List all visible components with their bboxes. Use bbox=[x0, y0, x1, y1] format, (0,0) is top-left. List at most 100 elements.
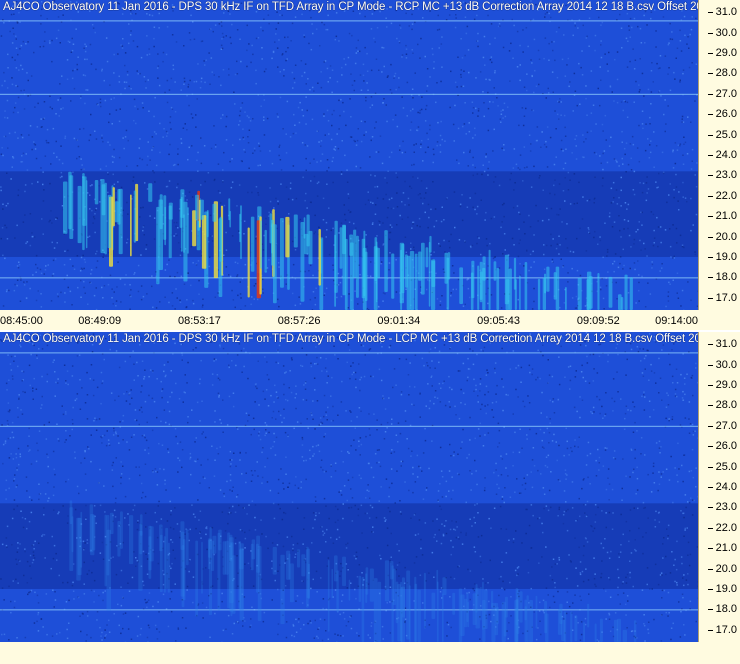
y-tick-label: 25.0 bbox=[707, 128, 737, 141]
burst-streak bbox=[212, 203, 217, 222]
burst-streak bbox=[555, 266, 560, 310]
burst-streak bbox=[195, 194, 200, 220]
burst-streak bbox=[546, 266, 550, 292]
burst-streak bbox=[425, 247, 429, 268]
burst-streak bbox=[599, 618, 603, 642]
y-tick-label: 30.0 bbox=[707, 358, 737, 371]
burst-streak bbox=[82, 176, 87, 226]
y-tick-label: 31.0 bbox=[707, 6, 737, 19]
y-tick-label: 21.0 bbox=[707, 210, 737, 223]
burst-streak bbox=[180, 189, 185, 218]
burst-streak bbox=[377, 581, 382, 642]
burst-streak bbox=[334, 220, 338, 293]
interference-line bbox=[0, 277, 698, 279]
burst-streak bbox=[401, 577, 405, 618]
x-tick-label: 08:57:26 bbox=[277, 315, 321, 327]
burst-streak bbox=[365, 573, 368, 603]
burst-streak bbox=[164, 206, 166, 246]
burst-streak bbox=[339, 227, 343, 269]
burst-streak bbox=[269, 213, 273, 244]
burst-streak bbox=[414, 253, 418, 310]
burst-streak bbox=[334, 555, 338, 582]
y-tick-label: 27.0 bbox=[707, 87, 737, 100]
burst-streak bbox=[304, 233, 309, 255]
burst-streak bbox=[491, 590, 494, 608]
burst-streak bbox=[391, 565, 394, 642]
burst-streak bbox=[400, 249, 403, 310]
burst-streak bbox=[594, 623, 597, 642]
y-tick-label: 18.0 bbox=[707, 271, 737, 284]
x-tick-label: 09:05:43 bbox=[477, 315, 520, 327]
y-tick-label: 19.0 bbox=[707, 250, 737, 263]
y-tick-label: 31.0 bbox=[707, 338, 737, 351]
burst-streak bbox=[239, 213, 241, 243]
burst-streak bbox=[211, 540, 215, 571]
rcp-panel: AJ4CO Observatory 11 Jan 2016 - DPS 30 k… bbox=[0, 0, 740, 330]
burst-streak bbox=[479, 271, 483, 303]
burst-streak bbox=[348, 579, 351, 601]
y-tick-label: 28.0 bbox=[707, 399, 737, 412]
burst-streak bbox=[106, 529, 111, 611]
burst-streak bbox=[482, 267, 486, 310]
interference-line bbox=[0, 20, 698, 22]
burst-streak bbox=[300, 222, 305, 302]
burst-streak bbox=[493, 261, 497, 281]
burst-streak bbox=[494, 602, 499, 636]
burst-streak bbox=[587, 603, 590, 628]
burst-streak bbox=[361, 576, 365, 642]
x-tick-label: 08:49:09 bbox=[78, 315, 122, 327]
burst-streak bbox=[107, 194, 112, 249]
y-tick-label: 18.0 bbox=[707, 603, 737, 616]
y-tick-label: 28.0 bbox=[707, 67, 737, 80]
lcp-title: AJ4CO Observatory 11 Jan 2016 - DPS 30 k… bbox=[3, 333, 740, 345]
burst-streak bbox=[181, 545, 185, 608]
burst-streak bbox=[356, 235, 359, 298]
burst-streak bbox=[94, 180, 99, 205]
burst-streak bbox=[586, 279, 590, 310]
lcp-time-axis bbox=[0, 642, 698, 664]
y-tick-label: 19.0 bbox=[707, 582, 737, 595]
burst-streak bbox=[228, 198, 231, 221]
spectrogram-background bbox=[0, 0, 698, 310]
burst-streak bbox=[477, 265, 480, 310]
lcp-frequency-axis: 17.0 18.0 19.0 20.0 21.0 22.0 23.0 24.0 25.0 26.0… bbox=[698, 332, 740, 642]
burst-streak bbox=[501, 601, 506, 642]
burst-streak bbox=[597, 273, 600, 310]
burst-streak bbox=[167, 542, 170, 593]
x-tick-label: 09:09:52 bbox=[576, 315, 620, 327]
burst-streak bbox=[76, 517, 81, 581]
burst-streak bbox=[442, 593, 444, 642]
burst-streak bbox=[409, 251, 415, 310]
burst-streak bbox=[250, 216, 255, 272]
x-tick-label: 08:53:17 bbox=[178, 315, 221, 327]
burst-streak bbox=[452, 592, 456, 615]
burst-streak bbox=[423, 572, 426, 629]
burst-streak bbox=[574, 615, 578, 642]
burst-streak bbox=[483, 589, 488, 629]
burst-streak bbox=[238, 541, 242, 609]
y-tick-label: 29.0 bbox=[707, 47, 737, 60]
burst-streak bbox=[526, 595, 529, 642]
burst-streak bbox=[318, 229, 321, 286]
burst-streak bbox=[613, 619, 618, 642]
rcp-frequency-axis: 17.0 18.0 19.0 20.0 21.0 22.0 23.0 24.0 25.0 26.0… bbox=[698, 0, 740, 310]
y-tick-label: 30.0 bbox=[707, 26, 737, 39]
y-tick-label: 24.0 bbox=[707, 481, 737, 493]
y-tick-label: 25.0 bbox=[707, 460, 737, 473]
burst-streak bbox=[219, 216, 223, 262]
burst-streak bbox=[250, 543, 254, 571]
burst-streak bbox=[308, 230, 313, 265]
burst-streak bbox=[458, 588, 463, 642]
y-tick-label: 27.0 bbox=[707, 419, 737, 432]
burst-streak bbox=[130, 194, 132, 257]
rcp-title: AJ4CO Observatory 11 Jan 2016 - DPS 30 k… bbox=[3, 1, 740, 13]
burst-streak bbox=[535, 595, 538, 629]
burst-streak bbox=[362, 247, 367, 310]
burst-streak bbox=[92, 515, 96, 551]
burst-streak bbox=[120, 511, 123, 549]
burst-streak bbox=[583, 622, 585, 642]
burst-streak bbox=[570, 611, 573, 642]
burst-streak bbox=[256, 535, 260, 573]
burst-streak bbox=[104, 182, 107, 255]
burst-streak bbox=[633, 620, 637, 642]
